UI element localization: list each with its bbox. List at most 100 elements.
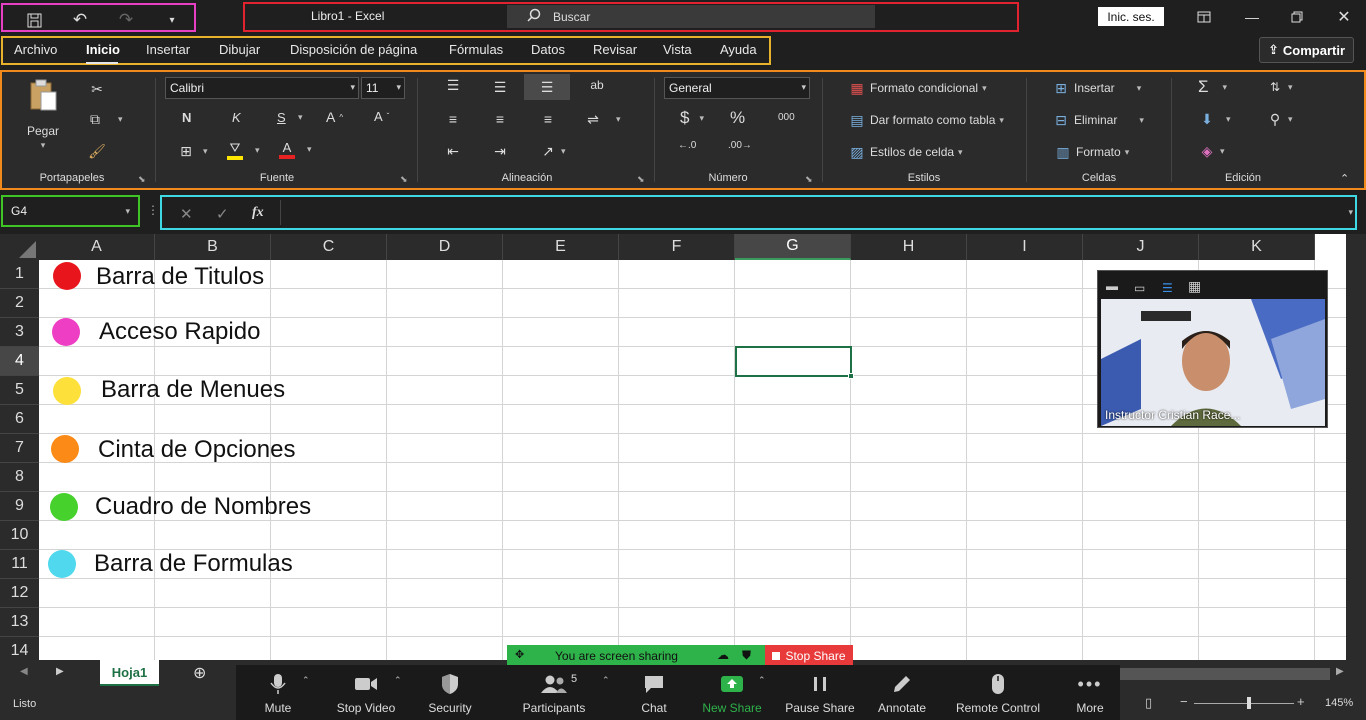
column-header-b[interactable]: B: [155, 234, 271, 260]
minimize-icon[interactable]: ―: [1240, 6, 1264, 28]
row-header-7[interactable]: 7: [0, 434, 39, 463]
text-direction-icon[interactable]: ↗ ▾: [539, 142, 565, 160]
portapapeles-launcher-icon[interactable]: ⬊: [138, 174, 146, 185]
font-color-icon[interactable]: A ▾: [279, 140, 312, 159]
minimize-video-icon[interactable]: ▬: [1106, 279, 1118, 293]
column-header-c[interactable]: C: [271, 234, 387, 260]
cut-icon[interactable]: ✂: [88, 80, 106, 98]
participants-options-icon[interactable]: ⌃: [602, 675, 610, 686]
fill-handle[interactable]: [848, 373, 854, 379]
zoom-slider-track[interactable]: [1194, 703, 1294, 704]
find-select-icon[interactable]: ⚲ ▾: [1266, 110, 1293, 128]
ribbon-display-icon[interactable]: [1192, 6, 1216, 28]
tab-insertar[interactable]: Insertar: [146, 42, 190, 57]
row-header-9[interactable]: 9: [0, 492, 39, 521]
tab-revisar[interactable]: Revisar: [593, 42, 637, 57]
align-middle-icon[interactable]: ☰: [491, 78, 509, 96]
close-icon[interactable]: ✕: [1332, 6, 1356, 28]
tab-dibujar[interactable]: Dibujar: [219, 42, 260, 57]
prev-sheet-icon[interactable]: ◀: [20, 666, 28, 677]
tab-vista[interactable]: Vista: [663, 42, 692, 57]
zoom-slider-thumb[interactable]: [1247, 697, 1251, 709]
tab-inicio[interactable]: Inicio: [86, 42, 120, 57]
underline-button[interactable]: S: [277, 110, 286, 125]
increase-indent-icon[interactable]: ⇥: [491, 142, 509, 160]
cell-styles-button[interactable]: ▨ Estilos de celda ▾: [848, 143, 962, 161]
tab-archivo[interactable]: Archivo: [14, 42, 57, 57]
percent-button[interactable]: %: [730, 108, 745, 128]
restore-icon[interactable]: [1285, 6, 1309, 28]
speaker-view-icon[interactable]: ☰: [1162, 281, 1173, 295]
align-center-icon[interactable]: ≡: [491, 110, 509, 128]
wrap-text-icon[interactable]: ⇌ ▾: [584, 110, 620, 128]
video-options-icon[interactable]: ⌃: [394, 675, 402, 686]
row-header-6[interactable]: 6: [0, 405, 39, 434]
gallery-view-icon[interactable]: ▦: [1188, 278, 1201, 295]
row-header-1[interactable]: 1: [0, 260, 39, 289]
underline-dropdown-icon[interactable]: ▾: [298, 112, 303, 123]
zoom-out-icon[interactable]: −: [1180, 694, 1188, 709]
audio-options-icon[interactable]: ⌃: [302, 675, 310, 686]
autosum-icon[interactable]: Σ ▾: [1198, 77, 1227, 97]
vertical-scrollbar[interactable]: [1346, 234, 1366, 660]
fuente-launcher-icon[interactable]: ⬊: [400, 174, 408, 185]
copy-icon[interactable]: ⧉ ▾: [86, 110, 123, 128]
sheet-tab-hoja1[interactable]: Hoja1: [100, 660, 159, 686]
column-header-a[interactable]: A: [39, 234, 155, 260]
save-icon[interactable]: [19, 9, 49, 31]
column-header-d[interactable]: D: [387, 234, 503, 260]
align-right-icon[interactable]: ≡: [539, 110, 557, 128]
align-bottom-icon[interactable]: ☰: [524, 74, 570, 100]
row-header-12[interactable]: 12: [0, 579, 39, 608]
undo-icon[interactable]: ↶: [65, 9, 95, 31]
decrease-indent-icon[interactable]: ⇤: [444, 142, 462, 160]
share-button[interactable]: ⇪ Compartir: [1259, 37, 1354, 63]
column-header-k[interactable]: K: [1199, 234, 1315, 260]
paste-button[interactable]: Pegar ▾: [27, 78, 59, 151]
cancel-formula-icon[interactable]: ✕: [180, 205, 193, 223]
row-header-8[interactable]: 8: [0, 463, 39, 492]
page-layout-icon[interactable]: ▯: [1145, 695, 1152, 711]
row-header-13[interactable]: 13: [0, 608, 39, 637]
chat-button[interactable]: Chat: [614, 669, 694, 719]
zoom-in-icon[interactable]: +: [1297, 694, 1305, 709]
column-header-i[interactable]: I: [967, 234, 1083, 260]
scroll-right-icon[interactable]: ▶: [1336, 666, 1344, 677]
delete-cells-button[interactable]: ⊟ Eliminar ▾: [1052, 111, 1144, 129]
format-cells-button[interactable]: ▥ Formato ▾: [1054, 143, 1129, 161]
select-all-corner[interactable]: [0, 234, 39, 260]
insert-cells-button[interactable]: ⊞ Insertar ▾: [1052, 79, 1141, 97]
align-top-icon[interactable]: ☰: [444, 76, 462, 94]
redo-icon[interactable]: ↷: [111, 9, 141, 31]
decrease-decimal-icon[interactable]: .00→: [728, 140, 752, 151]
tab-ayuda[interactable]: Ayuda: [720, 42, 757, 57]
security-button[interactable]: Security: [410, 669, 490, 719]
shrink-font-icon[interactable]: Aˇ: [374, 109, 389, 124]
numero-launcher-icon[interactable]: ⬊: [805, 174, 813, 185]
search-box[interactable]: Buscar: [507, 5, 875, 28]
annotate-button[interactable]: Annotate: [862, 669, 942, 719]
tab-disposicion[interactable]: Disposición de página: [290, 42, 417, 57]
pause-share-button[interactable]: Pause Share: [780, 669, 860, 719]
customize-toolbar-icon[interactable]: ▾: [157, 9, 187, 31]
expand-formula-icon[interactable]: ▾: [1348, 207, 1353, 218]
add-sheet-icon[interactable]: ⊕: [193, 663, 206, 683]
video-window[interactable]: ▬ ▭ ☰ ▦ Instructor Cristian Race...: [1097, 270, 1328, 428]
font-size-select[interactable]: 11 ▾: [361, 77, 405, 99]
next-sheet-icon[interactable]: ▶: [56, 666, 64, 677]
row-header-5[interactable]: 5: [0, 376, 39, 405]
number-format-select[interactable]: General ▾: [664, 77, 810, 99]
collapse-ribbon-icon[interactable]: ⌃: [1340, 172, 1349, 185]
grow-font-icon[interactable]: A ^: [326, 109, 343, 125]
selected-cell[interactable]: [735, 346, 852, 377]
enter-formula-icon[interactable]: ✓: [216, 205, 229, 223]
horizontal-scrollbar[interactable]: [1120, 668, 1330, 680]
row-header-14[interactable]: 14: [0, 637, 39, 660]
currency-button[interactable]: $ ▾: [680, 108, 704, 128]
clear-icon[interactable]: ◈ ▾: [1198, 142, 1225, 160]
format-as-table-button[interactable]: ▤ Dar formato como tabla ▾: [848, 111, 1004, 129]
tab-formulas[interactable]: Fórmulas: [449, 42, 503, 57]
formula-input[interactable]: [280, 200, 1354, 225]
column-header-f[interactable]: F: [619, 234, 735, 260]
stop-share-button[interactable]: Stop Share: [765, 645, 853, 667]
